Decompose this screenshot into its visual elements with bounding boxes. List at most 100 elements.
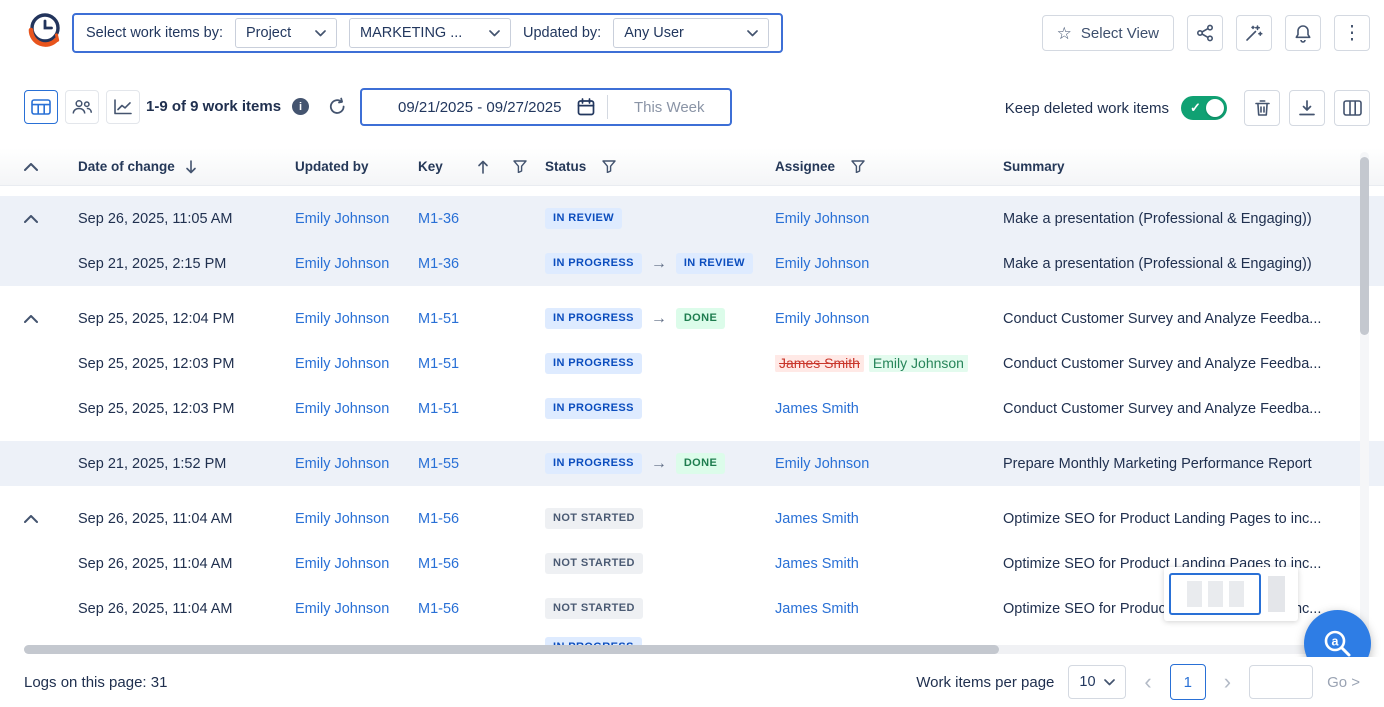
next-page-button[interactable]: › xyxy=(1220,671,1235,693)
row-expand-cell[interactable] xyxy=(24,315,78,323)
chevron-down-icon xyxy=(489,30,500,37)
change-date: Sep 26, 2025, 11:04 AM xyxy=(78,511,295,527)
log-row[interactable]: Sep 21, 2025, 1:52 PM Emily Johnson M1-5… xyxy=(0,441,1384,486)
export-button[interactable] xyxy=(1289,90,1325,126)
date-preset-label[interactable]: This Week xyxy=(608,99,730,116)
horizontal-scrollbar[interactable] xyxy=(24,645,1340,654)
magic-wand-button[interactable] xyxy=(1236,15,1272,51)
filter-funnel-icon[interactable] xyxy=(602,160,616,173)
log-row[interactable]: Sep 25, 2025, 12:03 PM Emily Johnson M1-… xyxy=(0,386,1384,431)
select-view-button[interactable]: ☆ Select View xyxy=(1042,15,1174,51)
updated-by-link[interactable]: Emily Johnson xyxy=(295,556,389,572)
more-options-button[interactable]: ⋮ xyxy=(1334,15,1370,51)
work-item-key-link[interactable]: M1-56 xyxy=(418,556,459,572)
chart-view-button[interactable] xyxy=(106,90,140,124)
filter-by-dropdown[interactable]: Project xyxy=(235,18,337,48)
assignee-link[interactable]: James Smith xyxy=(775,556,859,572)
log-row[interactable]: Sep 21, 2025, 2:15 PM Emily Johnson M1-3… xyxy=(0,241,1384,286)
work-item-key-link[interactable]: M1-51 xyxy=(418,401,459,417)
table-view-icon xyxy=(31,99,51,115)
status-badge: NOT STARTED xyxy=(545,508,643,528)
sort-descending-icon[interactable] xyxy=(185,159,197,175)
column-header-key[interactable]: Key xyxy=(418,159,545,175)
assignee-link[interactable]: James Smith xyxy=(775,401,859,417)
kebab-icon: ⋮ xyxy=(1343,24,1362,43)
info-icon[interactable]: i xyxy=(292,98,309,115)
go-to-page-button[interactable]: Go > xyxy=(1327,674,1360,691)
updated-by-link[interactable]: Emily Johnson xyxy=(295,511,389,527)
change-date: Sep 26, 2025, 11:04 AM xyxy=(78,601,295,617)
updated-by-value: Any User xyxy=(624,25,684,41)
column-header-status[interactable]: Status xyxy=(545,159,775,174)
log-row[interactable]: Sep 25, 2025, 12:03 PM Emily Johnson M1-… xyxy=(0,341,1384,386)
assignee-link[interactable]: James Smith xyxy=(775,601,859,617)
share-button[interactable] xyxy=(1187,15,1223,51)
notifications-button[interactable] xyxy=(1285,15,1321,51)
calendar-icon[interactable] xyxy=(577,98,595,116)
filter-funnel-icon[interactable] xyxy=(513,160,527,173)
updated-by-link[interactable]: Emily Johnson xyxy=(295,401,389,417)
current-page-button[interactable]: 1 xyxy=(1170,664,1206,700)
log-row[interactable]: Sep 26, 2025, 11:04 AM Emily Johnson M1-… xyxy=(0,496,1384,541)
row-expand-cell[interactable] xyxy=(24,515,78,523)
per-page-select[interactable]: 10 xyxy=(1068,665,1126,699)
work-item-key-link[interactable]: M1-36 xyxy=(418,256,459,272)
chevron-up-icon[interactable] xyxy=(24,215,38,223)
updated-by-link[interactable]: Emily Johnson xyxy=(295,311,389,327)
work-item-key-link[interactable]: M1-51 xyxy=(418,356,459,372)
keep-deleted-toggle[interactable]: ✓ xyxy=(1181,96,1227,120)
work-item-key-link[interactable]: M1-36 xyxy=(418,211,459,227)
filter-funnel-icon[interactable] xyxy=(851,160,865,173)
updated-by-link[interactable]: Emily Johnson xyxy=(295,211,389,227)
project-dropdown[interactable]: MARKETING ... xyxy=(349,18,511,48)
assignee-removed: James Smith xyxy=(775,355,864,372)
row-expand-cell[interactable] xyxy=(24,215,78,223)
column-header-date-label: Date of change xyxy=(78,159,175,174)
assignee-link[interactable]: Emily Johnson xyxy=(775,256,869,272)
view-mode-switcher xyxy=(24,90,140,124)
column-header-updated-by[interactable]: Updated by xyxy=(295,159,418,174)
refresh-button[interactable] xyxy=(328,97,347,116)
log-row[interactable]: Sep 26, 2025, 11:05 AM Emily Johnson M1-… xyxy=(0,196,1384,241)
vertical-scrollbar[interactable] xyxy=(1360,152,1369,642)
assignee-link[interactable]: Emily Johnson xyxy=(775,456,869,472)
assignee-link[interactable]: Emily Johnson xyxy=(775,311,869,327)
assignee-link[interactable]: James Smith xyxy=(775,511,859,527)
people-view-button[interactable] xyxy=(65,90,99,124)
work-item-key-link[interactable]: M1-51 xyxy=(418,311,459,327)
table-view-button[interactable] xyxy=(24,90,58,124)
chevron-down-icon xyxy=(747,30,758,37)
updated-by-link[interactable]: Emily Johnson xyxy=(295,256,389,272)
delete-button[interactable] xyxy=(1244,90,1280,126)
per-page-label: Work items per page xyxy=(916,674,1054,691)
chevron-up-icon[interactable] xyxy=(24,515,38,523)
date-range-value[interactable]: 09/21/2025 - 09/27/2025 xyxy=(362,99,561,116)
page-jump-input[interactable] xyxy=(1249,665,1313,699)
assignee-link[interactable]: Emily Johnson xyxy=(775,211,869,227)
change-date: Sep 26, 2025, 11:04 AM xyxy=(78,556,295,572)
column-header-summary[interactable]: Summary xyxy=(1003,159,1360,174)
chevron-up-icon[interactable] xyxy=(24,315,38,323)
updated-by-link[interactable]: Emily Johnson xyxy=(295,356,389,372)
column-header-date[interactable]: Date of change xyxy=(78,159,295,175)
work-item-key-link[interactable]: M1-56 xyxy=(418,511,459,527)
sort-ascending-icon[interactable] xyxy=(477,159,489,175)
previous-page-button[interactable]: ‹ xyxy=(1140,671,1155,693)
columns-button[interactable] xyxy=(1334,90,1370,126)
updated-by-dropdown[interactable]: Any User xyxy=(613,18,769,48)
status-badge-to: IN REVIEW xyxy=(676,253,753,273)
vertical-scrollbar-thumb[interactable] xyxy=(1360,157,1369,335)
horizontal-scrollbar-thumb[interactable] xyxy=(24,645,999,654)
chevron-up-icon[interactable] xyxy=(24,163,38,171)
collapse-all-cell[interactable] xyxy=(24,163,78,171)
summary-text: Make a presentation (Professional & Enga… xyxy=(1003,211,1360,227)
date-range-picker[interactable]: 09/21/2025 - 09/27/2025 This Week xyxy=(360,88,732,126)
work-item-key-link[interactable]: M1-56 xyxy=(418,601,459,617)
updated-by-link[interactable]: Emily Johnson xyxy=(295,601,389,617)
assignee-added: Emily Johnson xyxy=(869,355,968,372)
work-item-key-link[interactable]: M1-55 xyxy=(418,456,459,472)
column-header-assignee[interactable]: Assignee xyxy=(775,159,1003,174)
filter-bar-label: Select work items by: xyxy=(86,25,223,41)
updated-by-link[interactable]: Emily Johnson xyxy=(295,456,389,472)
log-row[interactable]: Sep 25, 2025, 12:04 PM Emily Johnson M1-… xyxy=(0,296,1384,341)
